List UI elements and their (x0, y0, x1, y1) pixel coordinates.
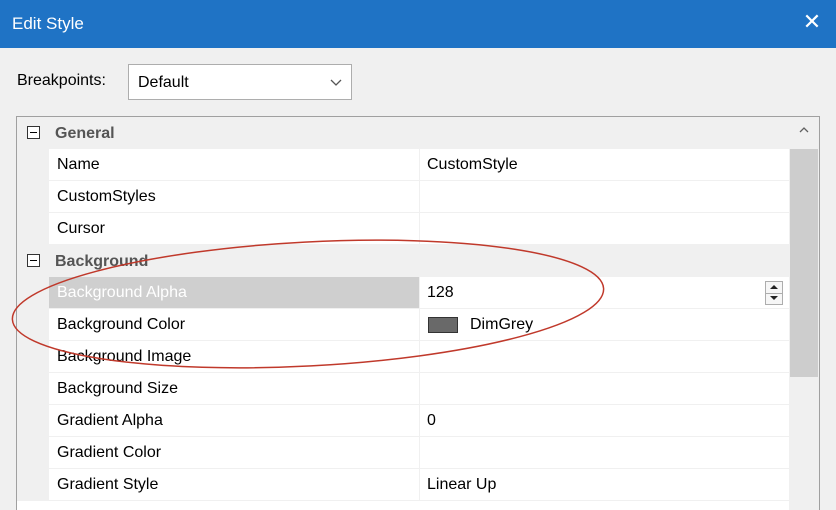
property-value[interactable]: Linear Up (427, 476, 496, 494)
chevron-down-icon (330, 79, 342, 86)
property-name: Gradient Color (57, 444, 162, 461)
title-bar: Edit Style ✕ (0, 0, 836, 48)
property-value-input[interactable]: 128 (427, 284, 454, 302)
property-row-selected[interactable]: Background Alpha 128 (17, 277, 789, 309)
window-title: Edit Style (12, 14, 84, 33)
property-name: Background Alpha (57, 284, 187, 301)
close-icon[interactable]: ✕ (800, 8, 824, 36)
property-value[interactable]: 0 (427, 412, 436, 430)
property-row[interactable]: Cursor (17, 213, 789, 245)
spin-down-icon[interactable] (766, 293, 782, 304)
breakpoints-label: Breakpoints: (17, 72, 106, 89)
property-row[interactable]: Background Color DimGrey (17, 309, 789, 341)
property-value[interactable]: DimGrey (470, 316, 533, 334)
collapse-icon[interactable] (27, 126, 40, 139)
collapse-icon[interactable] (27, 254, 40, 267)
property-name: Gradient Style (57, 476, 159, 493)
property-row[interactable]: Gradient Alpha 0 (17, 405, 789, 437)
property-value[interactable]: CustomStyle (427, 156, 518, 174)
property-name: Name (57, 156, 100, 173)
numeric-spinner[interactable] (765, 281, 783, 305)
property-row[interactable]: Background Image (17, 341, 789, 373)
property-name: Background Image (57, 348, 192, 365)
vertical-scrollbar[interactable] (789, 117, 819, 510)
category-general[interactable]: General (17, 117, 789, 149)
color-swatch-icon (428, 317, 458, 333)
property-row[interactable]: Name CustomStyle (17, 149, 789, 181)
property-row[interactable]: Gradient Style Linear Up (17, 469, 789, 501)
property-row[interactable]: CustomStyles (17, 181, 789, 213)
scroll-up-icon[interactable] (798, 125, 810, 135)
property-name: Gradient Alpha (57, 412, 163, 429)
breakpoints-dropdown[interactable]: Default (128, 64, 352, 100)
category-background[interactable]: Background (17, 245, 789, 277)
property-grid: General Name CustomStyle CustomStyles Cu… (16, 116, 820, 510)
scrollbar-thumb[interactable] (790, 149, 818, 377)
category-label: Background (55, 253, 149, 270)
property-name: Cursor (57, 220, 106, 237)
breakpoints-value: Default (138, 74, 189, 91)
property-name: Background Size (57, 380, 178, 397)
category-label: General (55, 125, 115, 142)
property-name: Background Color (57, 316, 186, 333)
property-row[interactable]: Gradient Color (17, 437, 789, 469)
property-row[interactable]: Background Size (17, 373, 789, 405)
property-name: CustomStyles (57, 188, 156, 205)
